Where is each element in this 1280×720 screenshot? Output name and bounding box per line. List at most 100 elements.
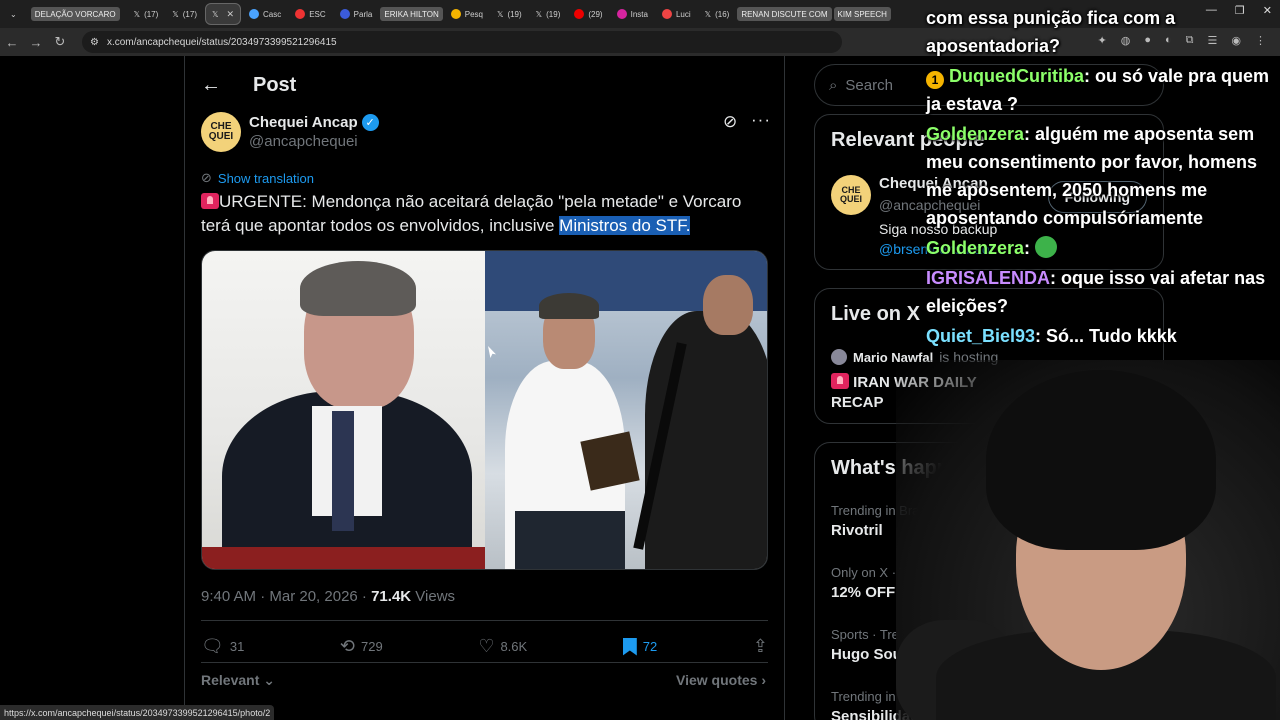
- translate-icon: ⊘: [201, 170, 212, 185]
- tab-group-label[interactable]: DELAÇÃO VORCARO: [30, 7, 120, 21]
- reload-icon[interactable]: ↻: [48, 34, 72, 50]
- site-favicon-icon: [339, 9, 350, 19]
- url-field[interactable]: ⚙ x.com/ancapchequei/status/203497339952…: [82, 31, 842, 53]
- tab-active[interactable]: 𝕏 ✕: [204, 3, 241, 25]
- reply-button[interactable]: 🗨 31: [201, 636, 244, 657]
- photo-officer-face: [702, 275, 753, 335]
- x-icon: 𝕏: [496, 9, 504, 19]
- bookmark-button[interactable]: 72: [622, 637, 657, 656]
- divider: [201, 620, 768, 621]
- tab-list-button[interactable]: ⌄: [4, 3, 23, 25]
- author-handle[interactable]: @ancapchequei: [249, 133, 379, 150]
- site-favicon-icon: [248, 9, 259, 19]
- post-column: ← Post CHE QUEI Chequei Ancap ✓ @ancapch…: [184, 56, 785, 720]
- divider: [201, 662, 768, 663]
- emote-icon: [1035, 236, 1058, 258]
- chat-username: Goldenzera: [926, 124, 1025, 144]
- avatar[interactable]: CHE QUEI: [201, 112, 241, 152]
- heart-icon: ♡: [478, 636, 495, 656]
- tweet-media: [201, 250, 768, 570]
- site-info-icon[interactable]: ⚙: [90, 37, 99, 48]
- tab-0[interactable]: DELAÇÃO VORCARO: [25, 3, 126, 25]
- reply-count: 31: [229, 639, 245, 654]
- tab-5[interactable]: ESC: [289, 3, 331, 25]
- avatar[interactable]: CHE QUEI: [831, 175, 871, 215]
- x-icon: 𝕏: [211, 9, 219, 19]
- tab-4[interactable]: Casc: [243, 3, 287, 25]
- repost-button[interactable]: ⟲ 729: [340, 636, 383, 657]
- chat-message: com essa punição fica com a aposentadori…: [926, 8, 1176, 56]
- author-block: Chequei Ancap ✓ @ancapchequei: [249, 114, 379, 150]
- tab-group-label[interactable]: ERIKA HILTON: [380, 7, 443, 21]
- photo-1[interactable]: [202, 251, 485, 569]
- url-text: x.com/ancapchequei/status/20349733995212…: [106, 36, 337, 48]
- x-icon: 𝕏: [704, 9, 712, 19]
- siren-icon: [831, 373, 849, 389]
- post-timestamp[interactable]: 9:40 AM · Mar 20, 2026 ·: [201, 588, 371, 605]
- repost-count: 729: [361, 639, 383, 654]
- tweet-text: URGENTE: Mendonça não aceitará delação "…: [201, 190, 771, 238]
- chat-username: Goldenzera: [926, 238, 1025, 258]
- tab-14[interactable]: 𝕏 (16): [699, 3, 736, 25]
- photo-subject-tie: [332, 411, 354, 531]
- chat-message: 1 DuquedCuritiba: ou só vale pra quem ja…: [926, 66, 1270, 114]
- youtube-icon: [574, 9, 585, 19]
- share-button[interactable]: ⇪: [753, 636, 768, 657]
- photo-2[interactable]: [484, 251, 767, 569]
- site-favicon-icon: [450, 9, 461, 19]
- back-arrow-icon[interactable]: ←: [201, 74, 221, 97]
- photo-book: [579, 431, 640, 491]
- siren-icon: [201, 193, 219, 209]
- like-button[interactable]: ♡ 8.6K: [478, 636, 527, 657]
- views-label: Views: [411, 588, 456, 605]
- post-meta: 9:40 AM · Mar 20, 2026 · 71.4K Views: [201, 588, 455, 605]
- tab-1[interactable]: 𝕏 (17): [128, 3, 165, 25]
- back-arrow-icon[interactable]: ←: [0, 35, 24, 50]
- streamer-webcam: [896, 360, 1280, 720]
- photo-man-cap: [538, 293, 599, 319]
- author-name[interactable]: Chequei Ancap ✓: [249, 114, 379, 131]
- tab-13[interactable]: Luci: [656, 3, 697, 25]
- reply-icon: 🗨: [201, 636, 224, 656]
- tab-2[interactable]: 𝕏 (17): [166, 3, 203, 25]
- panel-title: Live on X: [831, 303, 920, 325]
- action-bar: 🗨 31 ⟲ 729 ♡ 8.6K 72 ⇪: [201, 636, 768, 657]
- verified-badge-icon[interactable]: ✓: [361, 114, 379, 131]
- site-favicon-icon: [295, 9, 306, 19]
- view-quotes-link[interactable]: View quotes ›: [676, 672, 766, 688]
- share-icon: ⇪: [752, 636, 768, 656]
- x-icon: 𝕏: [172, 9, 179, 19]
- chat-username: IGRISALENDA: [926, 268, 1051, 288]
- tab-group-label[interactable]: KIM SPEECH: [833, 7, 891, 21]
- bookmark-icon: [622, 637, 637, 656]
- photo-subject-hair: [300, 261, 416, 316]
- tab-12[interactable]: Insta: [611, 3, 654, 25]
- avatar: [831, 349, 847, 365]
- instagram-icon: [616, 9, 627, 19]
- tab-11[interactable]: (29): [568, 3, 608, 25]
- tab-8[interactable]: Pesq: [445, 3, 489, 25]
- page-title: Post: [253, 74, 297, 96]
- forward-arrow-icon[interactable]: →: [24, 35, 48, 50]
- chat-username: DuquedCuritiba: [949, 66, 1085, 86]
- tab-9[interactable]: 𝕏 (19): [491, 3, 528, 25]
- tab-10[interactable]: 𝕏 (19): [530, 3, 567, 25]
- tab-6[interactable]: Parla: [334, 3, 379, 25]
- streamer-hair: [986, 370, 1216, 550]
- x-icon: 𝕏: [133, 9, 141, 19]
- site-favicon-icon: [661, 9, 672, 19]
- views-count: 71.4K: [371, 588, 412, 605]
- search-placeholder: Search: [845, 76, 893, 94]
- show-translation-link[interactable]: ⊘ Show translation: [201, 170, 314, 186]
- more-options-icon[interactable]: ···: [751, 110, 771, 130]
- chevron-down-icon: ⌄: [263, 672, 275, 688]
- reply-sort-dropdown[interactable]: Relevant ⌄: [201, 672, 275, 689]
- tab-group-label[interactable]: RENAN DISCUTE COM: [737, 7, 832, 21]
- grok-icon[interactable]: ⊘: [723, 112, 737, 132]
- close-icon[interactable]: ✕: [226, 9, 234, 20]
- selected-text: Ministros do STF.: [559, 216, 691, 235]
- chat-message: IGRISALENDA: oque isso vai afetar nas el…: [926, 268, 1266, 316]
- stream-chat-overlay: com essa punição fica com a aposentadori…: [926, 4, 1276, 352]
- search-icon: ⌕: [829, 76, 838, 94]
- sub-badge-icon: 1: [926, 71, 944, 89]
